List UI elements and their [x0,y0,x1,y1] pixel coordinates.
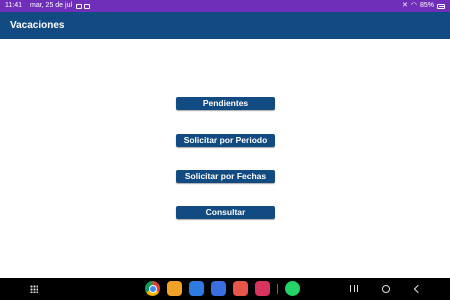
wifi-icon: ◠ [410,2,417,9]
app-dock [145,281,300,296]
page-title: Vacaciones [10,20,65,31]
mute-icon: ✕ [402,2,408,9]
main-content: Pendientes Solicitar por Periodo Solicit… [0,39,450,278]
home-icon[interactable] [382,285,390,293]
back-icon[interactable] [413,284,423,294]
app-bar: Vacaciones [0,12,450,39]
screen-recorder-icon[interactable] [255,281,270,296]
battery-level: 85% [419,2,434,9]
contacts-icon[interactable] [233,281,248,296]
navigation-bar [0,278,450,300]
files-icon[interactable] [167,281,182,296]
gallery-notification-icon [76,3,83,9]
status-indicators: ✕ ◠ 85% [402,0,445,12]
chrome-icon[interactable] [145,281,160,296]
system-navigation-keys [345,282,435,296]
status-date: mar, 25 de jul [30,2,73,9]
app-drawer-icon[interactable] [30,285,38,293]
dock-divider [277,283,278,294]
battery-icon [437,3,445,9]
whatsapp-icon[interactable] [285,281,300,296]
messages-icon[interactable] [211,281,226,296]
mail-notification-icon [84,3,91,9]
status-bar: 11:41 mar, 25 de jul ✕ ◠ 85% [0,0,450,12]
calendar-icon[interactable] [189,281,204,296]
consultar-button[interactable]: Consultar [176,206,275,219]
recents-icon[interactable] [350,285,358,292]
solicitar-por-periodo-button[interactable]: Solicitar por Periodo [176,134,275,147]
pendientes-button[interactable]: Pendientes [176,97,275,110]
solicitar-por-fechas-button[interactable]: Solicitar por Fechas [176,170,275,183]
status-time: 11:41 [5,2,22,9]
